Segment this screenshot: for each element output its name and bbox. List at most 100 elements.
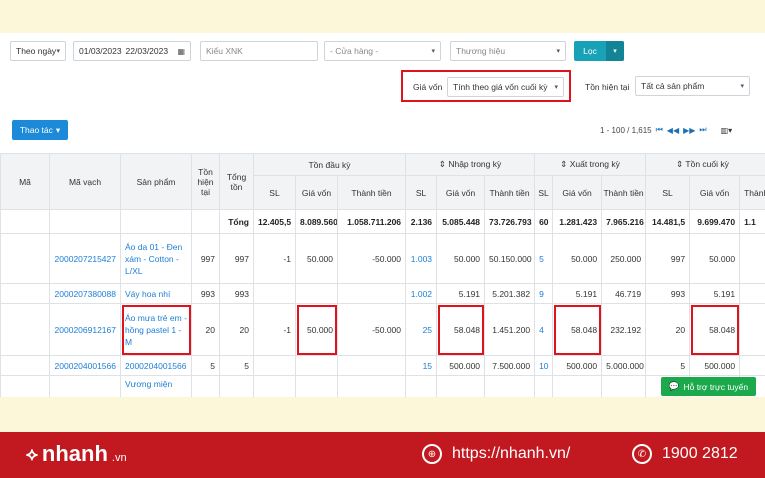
import-qty-link[interactable]: 1.003 <box>405 233 438 284</box>
barcode-link[interactable]: 2000207380088 <box>49 283 121 304</box>
cell: 500.000 <box>552 355 603 376</box>
sub-header-sl: SL <box>645 175 691 210</box>
cell: 50.000 <box>552 233 603 284</box>
import-qty-link[interactable]: 25 <box>405 303 438 356</box>
product-link[interactable]: Áo mưa trẻ em - hồng pastel 1 - M <box>120 303 192 356</box>
first-page-icon[interactable]: ⏮ <box>656 125 663 135</box>
cell: 5.000.000 <box>601 355 647 376</box>
sub-header-gia-von: Giá vốn <box>436 175 486 210</box>
cell: -50.000 <box>336 233 407 284</box>
inventory-table: Mã Mã vạch Sản phẩm Tồn hiện tại Tổng tồ… <box>0 153 765 397</box>
cell: -50.000 <box>336 303 407 356</box>
brand-select[interactable]: Thương hiệu ▾ <box>450 41 566 61</box>
cell: 50.000 <box>689 233 741 284</box>
chevron-down-icon: ▾ <box>56 48 60 55</box>
actions-button-label: Thao tác <box>19 125 53 135</box>
sub-header-sl: SL <box>253 175 296 210</box>
import-qty-link[interactable]: 1.002 <box>405 283 438 304</box>
filter-button[interactable]: Lọc ▾ <box>574 41 624 61</box>
actions-button[interactable]: Thao tác ▾ <box>12 120 68 140</box>
total-cell: 12.405,5 <box>253 209 296 234</box>
export-qty-link[interactable]: 9 <box>534 283 554 304</box>
store-select[interactable]: - Cửa hàng - ▾ <box>324 41 441 61</box>
cell: 5.191 <box>689 283 741 304</box>
total-cell: 1.1 <box>739 209 765 234</box>
export-qty-link[interactable]: 4 <box>534 303 554 356</box>
cell <box>336 355 407 376</box>
last-page-icon[interactable]: ⏭ <box>699 125 706 135</box>
col-header-current-stock: Tồn hiện tại <box>191 153 220 210</box>
brand-suffix: .vn <box>111 452 127 464</box>
cell: 993 <box>219 283 254 304</box>
total-cell: 8.089.560 <box>295 209 338 234</box>
brand-value: Thương hiệu <box>456 46 506 56</box>
cell: 1.451.200 <box>484 303 536 356</box>
sub-header-sl: SL <box>405 175 438 210</box>
phone-info: ✆ 1900 2812 <box>632 444 738 464</box>
date-range-input[interactable]: 01/03/2023 22/03/2023 ▦ <box>73 41 191 61</box>
website-link[interactable]: https://nhanh.vn/ <box>452 445 570 463</box>
phone-number[interactable]: 1900 2812 <box>662 445 738 463</box>
import-qty-link[interactable]: 15 <box>405 355 438 376</box>
cell: 997 <box>219 233 254 284</box>
columns-icon[interactable]: ▥▾ <box>721 126 733 135</box>
footer-banner: ⟡ nhanh .vn ⊕ https://nhanh.vn/ ✆ 1900 2… <box>0 432 765 478</box>
cell <box>295 355 338 376</box>
cell: 50.150.000 <box>484 233 536 284</box>
cell: 250.000 <box>601 233 647 284</box>
total-cell: 73.726.793 <box>484 209 536 234</box>
sub-header-thanh-tien: Thành tiền <box>739 175 765 210</box>
barcode-link[interactable] <box>49 375 121 397</box>
calendar-icon[interactable]: ▦ <box>177 47 185 56</box>
cell: 500.000 <box>436 355 486 376</box>
export-qty-link[interactable]: 5 <box>534 233 554 284</box>
cost-method-value: Tính theo giá vốn cuối kỳ <box>453 82 548 92</box>
stock-select[interactable]: Tất cả sản phẩm ▾ <box>635 76 750 96</box>
stock-value: Tất cả sản phẩm <box>641 81 705 91</box>
product-link[interactable]: Váy hoa nhí <box>120 283 192 304</box>
sub-header-thanh-tien: Thành tiền <box>336 175 407 210</box>
store-value: - Cửa hàng - <box>330 46 379 56</box>
table-row: 2000207215427 Áo da 01 - Đen xám - Cotto… <box>0 233 765 284</box>
cell <box>253 355 296 376</box>
cell: 997 <box>191 233 220 284</box>
cell: -1 <box>253 233 296 284</box>
pagination-info: 1 - 100 / 1,615 <box>600 125 652 135</box>
cell: 5 <box>645 355 691 376</box>
col-header-product: Sản phẩm <box>120 153 192 210</box>
sub-header-thanh-tien: Thành tiền <box>484 175 536 210</box>
col-header-closing[interactable]: ⇕ Tồn cuối kỳ <box>645 153 765 176</box>
cost-method-select[interactable]: Tính theo giá vốn cuối kỳ ▾ <box>447 77 564 97</box>
product-link[interactable]: 2000204001566 <box>120 355 192 376</box>
live-support-label: Hỗ trợ trực tuyến <box>683 381 749 392</box>
brand-logo: ⟡ nhanh .vn <box>26 441 127 467</box>
product-link[interactable]: Áo da 01 - Đen xám - Cotton - L/XL <box>120 233 192 284</box>
col-header-export[interactable]: ⇕ Xuất trong kỳ <box>534 153 647 176</box>
product-link[interactable]: Vương miện <box>120 375 192 397</box>
cell: -1 <box>253 303 296 356</box>
export-qty-link[interactable]: 10 <box>534 355 554 376</box>
type-placeholder: Kiểu XNK <box>206 46 243 56</box>
total-label: Tổng <box>219 209 254 234</box>
col-header-import[interactable]: ⇕ Nhập trong kỳ <box>405 153 536 176</box>
prev-page-icon[interactable]: ◀◀ <box>667 126 679 135</box>
options-row: Giá vốn Tính theo giá vốn cuối kỳ ▾ Tồn … <box>0 70 765 103</box>
cell: 5 <box>219 355 254 376</box>
barcode-link[interactable]: 2000206912167 <box>49 303 121 356</box>
cell: 993 <box>191 283 220 304</box>
total-cell: 2.136 <box>405 209 438 234</box>
chevron-down-icon[interactable]: ▾ <box>606 41 624 61</box>
period-select[interactable]: Theo ngày ▾ <box>10 41 66 61</box>
next-page-icon[interactable]: ▶▶ <box>683 126 695 135</box>
type-select[interactable]: Kiểu XNK <box>200 41 318 61</box>
total-cell: 9.699.470 <box>689 209 741 234</box>
table-row: 2000207380088 Váy hoa nhí 993 993 1.002 … <box>0 283 765 304</box>
col-header-ma: Mã <box>0 153 50 210</box>
barcode-link[interactable]: 2000204001566 <box>49 355 121 376</box>
barcode-link[interactable]: 2000207215427 <box>49 233 121 284</box>
total-cell: 1.281.423 <box>552 209 603 234</box>
col-header-opening: Tồn đầu kỳ <box>252 153 407 176</box>
total-cell: 14.481,5 <box>645 209 691 234</box>
stock-label: Tồn hiện tại <box>585 82 630 92</box>
live-support-button[interactable]: 💬 Hỗ trợ trực tuyến <box>661 377 756 396</box>
